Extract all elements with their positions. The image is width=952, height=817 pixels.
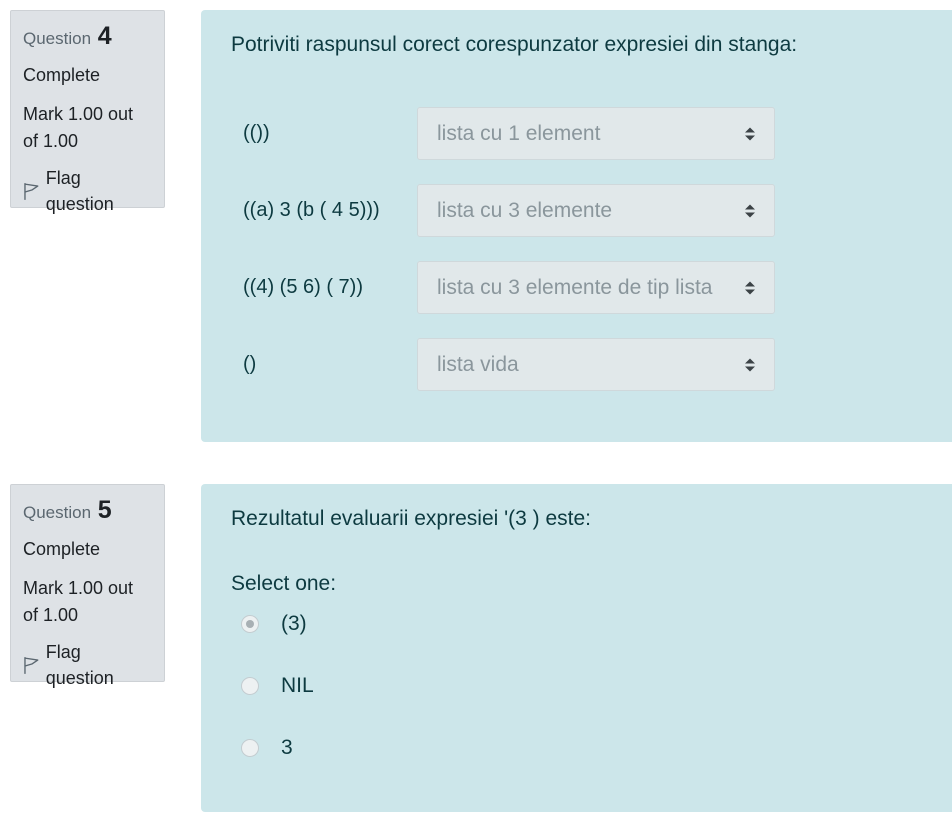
match-select-value: lista cu 1 element <box>437 122 601 145</box>
answer-label: 3 <box>281 736 293 759</box>
match-select-value: lista vida <box>437 353 519 376</box>
match-row: (()) lista cu 1 element <box>201 107 775 160</box>
flag-question-link[interactable]: Flag question <box>23 165 152 217</box>
radio-button[interactable] <box>241 677 259 695</box>
sort-arrows-icon <box>745 127 755 141</box>
match-row: ((a) 3 (b ( 4 5))) lista cu 3 elemente <box>201 184 775 237</box>
flag-question-link[interactable]: Flag question <box>23 639 152 691</box>
sort-arrows-icon <box>745 281 755 295</box>
match-select[interactable]: lista vida <box>417 338 775 391</box>
question-label: Question <box>23 29 92 48</box>
question-number-value: 4 <box>97 22 112 50</box>
answer-option[interactable]: (3) <box>241 609 307 639</box>
answer-label: (3) <box>281 612 307 635</box>
question-content-5: Rezultatul evaluarii expresiei '(3 ) est… <box>201 484 952 812</box>
question-number-value: 5 <box>97 496 112 524</box>
question-text: Potriviti raspunsul corect corespunzator… <box>231 33 798 56</box>
flag-icon <box>24 656 39 674</box>
radio-button[interactable] <box>241 739 259 757</box>
question-info-4: Question 4 Complete Mark 1.00 out of 1.0… <box>10 10 165 214</box>
question-grade: Mark 1.00 out of 1.00 <box>23 578 134 625</box>
answer-option[interactable]: NIL <box>241 671 314 701</box>
match-expression: ((4) (5 6) ( 7)) <box>243 276 363 298</box>
flag-question-label: Flag question <box>45 168 114 214</box>
question-number: Question 5 <box>23 497 152 526</box>
flag-icon <box>24 182 39 200</box>
match-select-value: lista cu 3 elemente <box>437 199 613 222</box>
question-grade: Mark 1.00 out of 1.00 <box>23 104 134 151</box>
answer-option[interactable]: 3 <box>241 733 293 763</box>
match-expression: ((a) 3 (b ( 4 5))) <box>243 199 380 221</box>
sort-arrows-icon <box>745 204 755 218</box>
flag-question-label: Flag question <box>45 642 114 688</box>
match-select[interactable]: lista cu 3 elemente <box>417 184 775 237</box>
question-content-4: Potriviti raspunsul corect corespunzator… <box>201 10 952 442</box>
question-info-5: Question 5 Complete Mark 1.00 out of 1.0… <box>10 484 165 688</box>
question-label: Question <box>23 503 92 522</box>
match-expression: (()) <box>243 122 270 144</box>
match-select[interactable]: lista cu 1 element <box>417 107 775 160</box>
question-state: Complete <box>23 539 101 559</box>
sort-arrows-icon <box>745 358 755 372</box>
radio-button[interactable] <box>241 615 259 633</box>
match-select-value: lista cu 3 elemente de tip lista <box>437 276 713 299</box>
question-state: Complete <box>23 65 101 85</box>
match-row: () lista vida <box>201 338 775 391</box>
match-row: ((4) (5 6) ( 7)) lista cu 3 elemente de … <box>201 261 775 314</box>
answer-label: NIL <box>281 674 314 697</box>
question-text: Rezultatul evaluarii expresiei '(3 ) est… <box>231 507 592 530</box>
match-expression: () <box>243 353 257 375</box>
select-one-prompt: Select one: <box>231 572 337 595</box>
question-number: Question 4 <box>23 23 152 52</box>
match-select[interactable]: lista cu 3 elemente de tip lista <box>417 261 775 314</box>
